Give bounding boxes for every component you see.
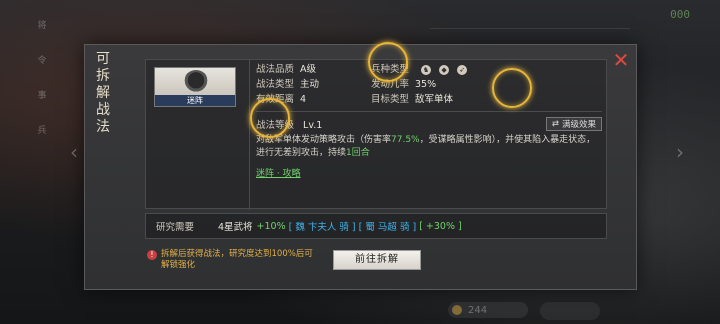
dialog-title: 可拆解战法: [96, 51, 110, 135]
warning-icon: !: [147, 250, 157, 260]
cavalry-icon: ♞: [421, 64, 432, 75]
unlock-warning: ! 拆解后获得战法，研究度达到100%后可解锁强化: [147, 249, 317, 271]
damage-rate: 77.5%: [391, 135, 420, 145]
trigger-rate-label: 发动几率: [371, 79, 410, 90]
full-effect-label: 满级效果: [561, 120, 596, 130]
divider: [256, 111, 602, 112]
troop-type-label: 兵种类型: [371, 64, 410, 75]
troop-type-icons: ♞ ◆ ➶: [421, 62, 468, 77]
background-menu-item: 事: [35, 90, 46, 99]
stat-row: 有效距离 4 目标类型 敌军单体: [256, 92, 602, 107]
background-coin-pill: 244: [448, 302, 528, 318]
prev-arrow-icon[interactable]: ‹: [70, 140, 78, 164]
trigger-rate-value: 35%: [415, 79, 437, 90]
research-requirement-bar: 研究需要 4星武将 +10% [ 魏 卞夫人 骑 ] [ 蜀 马超 骑 ] [ …: [145, 213, 607, 239]
range-value: 4: [300, 94, 307, 105]
quality-value: A级: [300, 64, 317, 75]
research-general-shu[interactable]: [ 蜀 马超 骑 ]: [359, 219, 420, 233]
stat-row: 战法类型 主动 发动几率 35%: [256, 77, 602, 92]
stat-row: 战法品质 A级 兵种类型 ♞ ◆ ➶: [256, 62, 602, 77]
level-value: Lv.1: [303, 120, 323, 131]
goto-dismantle-button[interactable]: 前往拆解: [333, 250, 421, 270]
bow-icon: ➶: [457, 64, 468, 75]
skill-portrait[interactable]: 迷阵: [154, 67, 236, 107]
skill-type-label: 战法类型: [256, 79, 295, 90]
skill-description: 对敌军单体发动策略攻击（伤害率77.5%，受谋略属性影响），并使其陷入暴走状态，…: [256, 134, 596, 160]
background-left-menu: 将 令 事 兵: [28, 20, 54, 250]
quality-label: 战法品质: [256, 64, 295, 75]
skill-type-value: 主动: [300, 79, 320, 90]
background-menu-item: 兵: [35, 125, 46, 134]
level-row: 战法等级 Lv.1 ⇄ 满级效果: [256, 116, 602, 132]
target-type-value: 敌军单体: [415, 94, 454, 105]
shield-icon: ◆: [439, 64, 450, 75]
skill-dismantle-dialog: 可拆解战法 ✕ 迷阵 战法品质 A级 兵种类型 ♞ ◆ ➶ 战法类型 主动 发动…: [84, 44, 637, 290]
skill-name: 迷阵: [155, 95, 235, 106]
research-bonus-extra: [ +30% ]: [419, 220, 462, 232]
research-bonus: +10%: [256, 220, 286, 232]
background-bottom-button: [540, 302, 600, 320]
next-arrow-icon[interactable]: ›: [676, 140, 684, 164]
research-label: 研究需要: [156, 222, 195, 233]
close-icon[interactable]: ✕: [612, 50, 630, 70]
skill-portrait-column: 迷阵: [146, 60, 250, 210]
duration: 1回合: [346, 148, 370, 158]
skill-details: 战法品质 A级 兵种类型 ♞ ◆ ➶ 战法类型 主动 发动几率 35% 有效距离…: [256, 62, 602, 208]
research-general-wei[interactable]: [ 魏 卞夫人 骑 ]: [286, 219, 359, 233]
strategy-guide-link[interactable]: 迷阵 · 攻略: [256, 166, 301, 179]
skill-info-panel: 迷阵 战法品质 A级 兵种类型 ♞ ◆ ➶ 战法类型 主动 发动几率 35% 有…: [145, 59, 607, 210]
range-label: 有效距离: [256, 94, 295, 105]
desc-text: 对敌军单体发动策略攻击（伤害率: [256, 135, 392, 145]
target-type-label: 目标类型: [371, 94, 410, 105]
background-menu-item: 将: [35, 20, 46, 29]
research-requirement: 4星武将: [218, 222, 253, 233]
level-label: 战法等级: [256, 120, 295, 131]
skill-emblem-icon: [183, 70, 209, 96]
full-effect-button[interactable]: ⇄ 满级效果: [545, 117, 602, 131]
warning-text: 拆解后获得战法，研究度达到100%后可解锁强化: [161, 249, 313, 270]
background-resource-counter: 000: [670, 8, 690, 21]
swap-icon: ⇄: [551, 119, 559, 129]
background-menu-item: 令: [35, 55, 46, 64]
